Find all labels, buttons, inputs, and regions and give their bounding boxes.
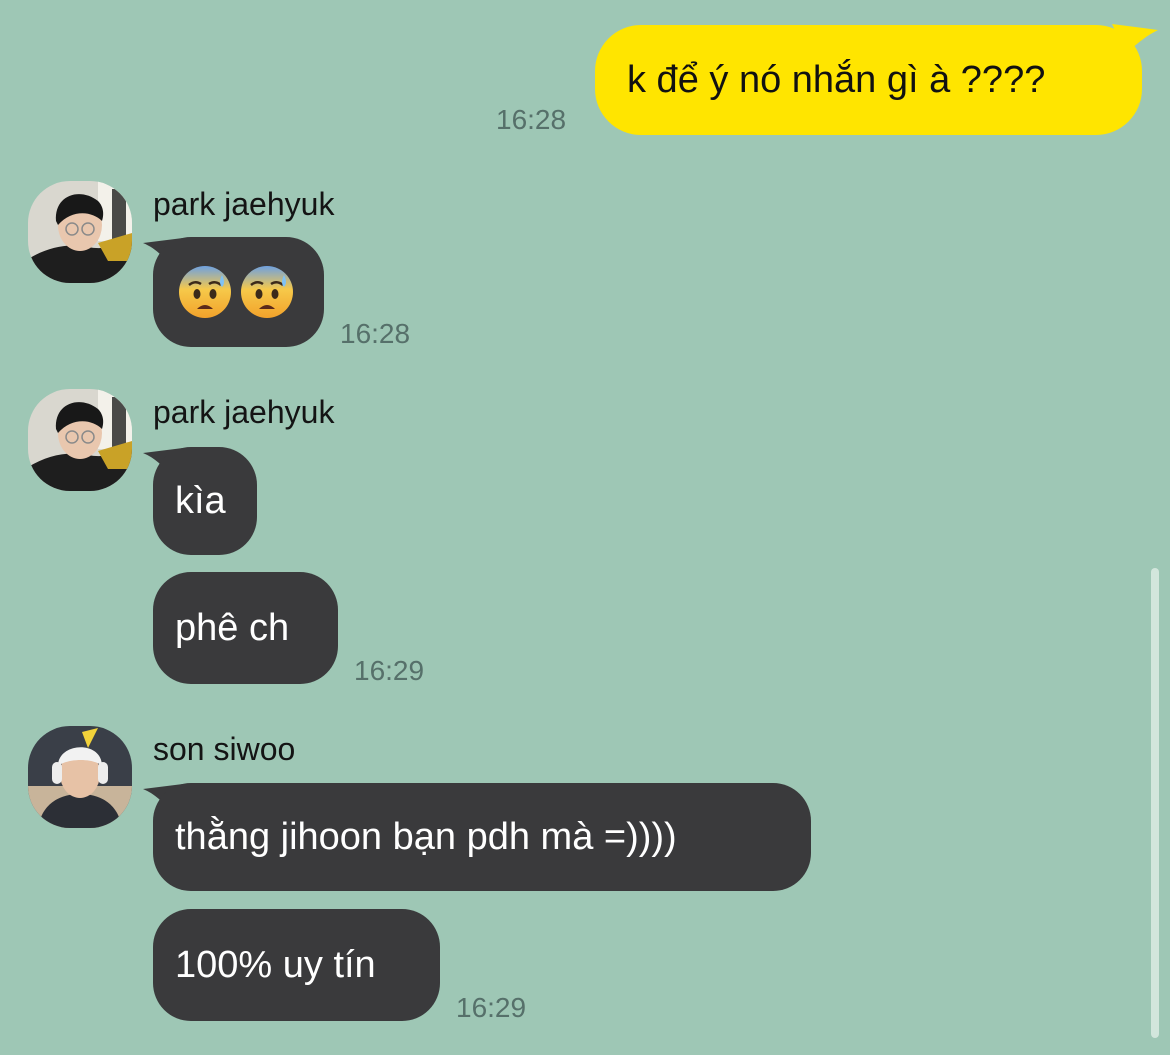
sender-name: park jaehyuk — [153, 186, 335, 222]
message-time: 16:29 — [354, 655, 425, 686]
incoming-message-bubble[interactable]: 100% uy tín — [153, 909, 440, 1021]
message-text: kìa — [175, 479, 226, 522]
incoming-message-bubble[interactable]: thằng jihoon bạn pdh mà =)))) — [153, 783, 811, 891]
sender-name: son siwoo — [153, 731, 296, 767]
message-text: 100% uy tín — [175, 943, 376, 986]
incoming-message-bubble[interactable]: kìa — [153, 447, 257, 555]
outgoing-message-text: k để ý nó nhắn gì à ???? — [627, 58, 1046, 101]
avatar-son-siwoo[interactable] — [28, 726, 132, 828]
incoming-message-bubble[interactable] — [153, 237, 324, 347]
scrollbar-thumb[interactable] — [1151, 568, 1159, 1038]
message-time: 16:29 — [456, 992, 527, 1023]
outgoing-message-bubble[interactable]: k để ý nó nhắn gì à ???? — [595, 25, 1142, 135]
avatar-photo-icon — [28, 181, 132, 283]
outgoing-message-time: 16:28 — [496, 104, 567, 135]
anxious-face-with-sweat-icon — [241, 266, 293, 318]
avatar-park-jaehyuk[interactable] — [28, 389, 132, 491]
anxious-face-with-sweat-icon — [179, 266, 231, 318]
avatar-photo-icon — [28, 389, 132, 491]
message-text: phê ch — [175, 606, 290, 649]
avatar-park-jaehyuk[interactable] — [28, 181, 132, 283]
message-text: thằng jihoon bạn pdh mà =)))) — [175, 815, 677, 858]
sender-name: park jaehyuk — [153, 394, 335, 430]
message-time: 16:28 — [340, 318, 411, 349]
avatar-photo-icon — [28, 726, 132, 828]
incoming-message-bubble[interactable]: phê ch — [153, 572, 338, 684]
